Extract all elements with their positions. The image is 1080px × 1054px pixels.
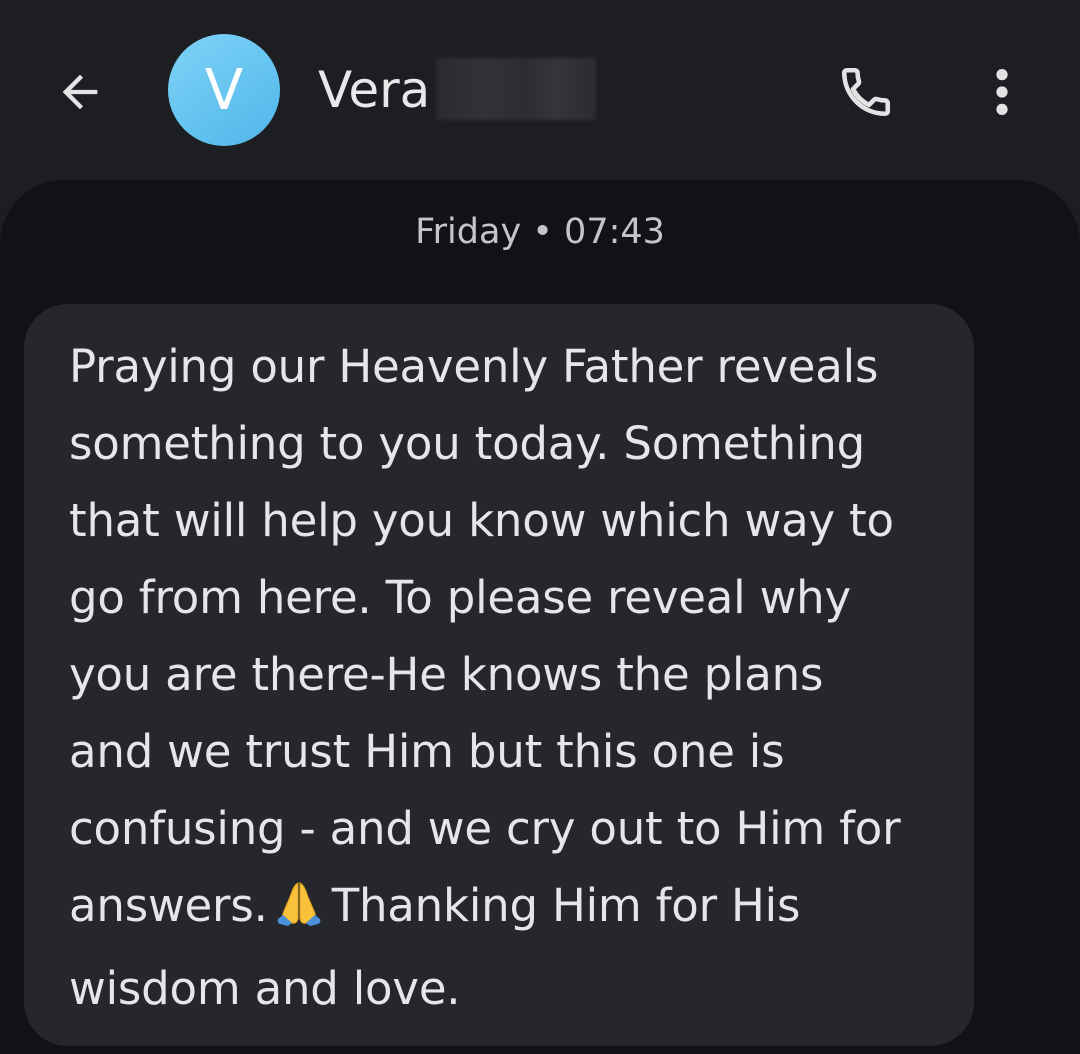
back-button[interactable] (48, 60, 112, 124)
phone-icon (841, 67, 891, 117)
message-text: Praying our Heavenly Father reveals some… (69, 328, 944, 1027)
avatar[interactable]: V (168, 34, 280, 146)
message-bubble[interactable]: Praying our Heavenly Father reveals some… (24, 304, 974, 1046)
contact-name[interactable]: Vera (318, 58, 430, 122)
avatar-letter: V (204, 57, 244, 123)
more-vertical-icon (996, 69, 1008, 115)
conversation-header: V Vera (0, 0, 1080, 180)
message-text-part-1: Praying our Heavenly Father reveals some… (69, 340, 901, 932)
arrow-left-icon (62, 74, 98, 110)
redacted-surname (436, 58, 596, 120)
call-button[interactable] (832, 58, 900, 126)
messages-app: V Vera Friday • 07:43 Praying our Heaven… (0, 0, 1080, 1054)
more-options-button[interactable] (970, 58, 1034, 126)
message-timestamp: Friday • 07:43 (415, 212, 665, 252)
folded-hands-icon (274, 873, 324, 950)
